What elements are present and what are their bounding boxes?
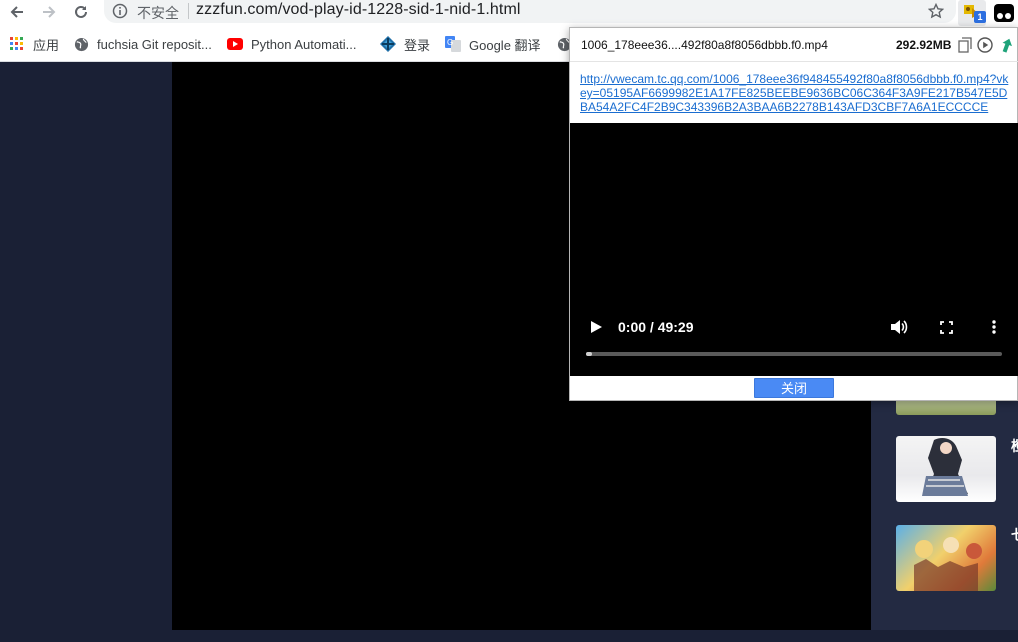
volume-icon[interactable] [890,319,908,335]
video-time: 0:00 / 49:29 [618,319,694,335]
security-label: 不安全 [137,5,179,21]
file-name: 1006_178eee36....492f80a8f8056dbbb.f0.mp… [581,38,828,52]
bookmark-apps[interactable]: 应用 [9,35,59,53]
copy-link-button[interactable] [956,36,974,54]
bookmark-label: 登录 [404,37,431,53]
more-options-icon[interactable] [991,319,997,335]
bookmark-label: Google 翻译 [469,37,541,53]
bookmark-label: fuchsia Git reposit... [97,36,212,52]
bookmark-python-automation[interactable]: Python Automati... [227,35,357,53]
address-bar[interactable]: 不安全 zzzfun.com/vod-play-id-1228-sid-1-ni… [104,0,956,23]
popup-header: 1006_178eee36....492f80a8f8056dbbb.f0.mp… [570,28,1018,62]
forward-button[interactable] [36,0,62,24]
video-download-popup: 1006_178eee36....492f80a8f8056dbbb.f0.mp… [569,27,1018,401]
file-size: 292.92MB [896,38,952,52]
globe-icon [73,36,89,52]
forward-arrow-icon [43,6,56,18]
video-progress-bar[interactable] [586,352,1002,356]
bookmark-login[interactable]: 登录 [380,35,430,53]
play-icon[interactable] [589,320,603,334]
apps-grid-icon [9,36,25,52]
info-icon[interactable] [112,3,128,19]
copy-icon [958,37,972,53]
download-arrow-icon [1002,38,1012,53]
tampermonkey-extension-button[interactable] [994,4,1014,22]
video-source-link[interactable]: http://vwecam.tc.qq.com/1006_178eee36f94… [580,72,1010,114]
reload-button[interactable] [68,0,94,24]
download-button[interactable] [997,36,1015,54]
play-circle-icon [977,37,993,53]
bookmark-label: 应用 [33,37,60,53]
fullscreen-icon[interactable] [940,321,953,334]
svg-text:G: G [447,38,453,47]
bookmark-star-icon[interactable] [928,3,944,19]
sidebar-title[interactable]: 橙 [1011,436,1018,456]
back-arrow-icon [10,6,23,18]
anime-thumbnail[interactable] [896,525,996,591]
translate-icon: G [445,36,461,52]
url-text[interactable]: zzzfun.com/vod-play-id-1228-sid-1-nid-1.… [196,1,521,19]
divider [188,3,189,19]
back-button[interactable] [4,0,30,24]
extension-badge: 1 [974,11,986,23]
play-preview-button[interactable] [976,36,994,54]
sidebar-title[interactable]: 七 [1011,525,1018,545]
bookmark-fuchsia[interactable]: fuchsia Git reposit... [73,35,212,53]
bookmark-label: Python Automati... [251,36,357,52]
video-downloader-extension-button[interactable]: 1 [958,0,986,26]
anime-thumbnail[interactable] [896,436,996,502]
reload-icon [75,5,87,18]
tampermonkey-icon [994,4,1014,22]
video-progress-fill [586,352,592,356]
youtube-icon [227,36,243,52]
close-button[interactable]: 关闭 [754,378,834,398]
bookmark-google-translate[interactable]: G Google 翻译 [445,35,541,53]
preview-video[interactable]: 0:00 / 49:29 [570,123,1018,376]
diamond-logo-icon [380,36,396,52]
browser-toolbar: 不安全 zzzfun.com/vod-play-id-1228-sid-1-ni… [0,0,1018,27]
